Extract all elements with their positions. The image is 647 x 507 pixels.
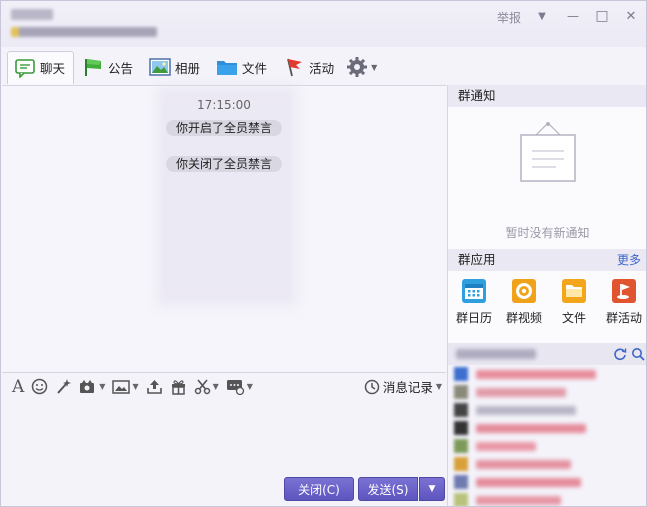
settings-menu[interactable]: ▼ (346, 56, 377, 78)
member-count-blurred (456, 349, 536, 359)
report-link[interactable]: 举报 (497, 9, 521, 26)
tab-files[interactable]: 文件 (210, 51, 275, 83)
list-item[interactable] (448, 401, 646, 419)
search-icon[interactable] (631, 347, 645, 361)
tab-chat[interactable]: 聊天 (7, 50, 75, 84)
image-icon[interactable]: ▼ (112, 377, 139, 397)
clock-icon (364, 379, 380, 394)
maximize-icon[interactable]: □ (593, 7, 611, 25)
tab-files-label: 文件 (242, 60, 268, 76)
gear-icon (347, 57, 368, 77)
folder-icon (562, 279, 586, 303)
list-item[interactable] (448, 419, 646, 437)
upload-icon[interactable] (146, 377, 163, 397)
scissors-icon[interactable]: ▼ (194, 377, 219, 397)
empty-notice-text: 暂时没有新通知 (505, 226, 590, 240)
chat-bubble-icon (15, 58, 35, 78)
app-activity[interactable]: 群活动 (599, 279, 646, 326)
list-item[interactable] (448, 365, 646, 383)
camera-icon (512, 279, 536, 303)
activity-flag-icon (612, 279, 636, 303)
message-history-label: 消息记录 (382, 380, 433, 395)
dropdown-icon[interactable]: ▼ (533, 7, 551, 25)
app-video[interactable]: 群视频 (499, 279, 549, 326)
picture-icon (149, 58, 171, 76)
tab-bar: 聊天 公告 相册 文件 活动 ▼ (7, 50, 377, 84)
notice-panel: 暂时没有新通知 (448, 107, 646, 249)
tab-activity-label: 活动 (309, 60, 335, 76)
app-files[interactable]: 文件 (549, 279, 599, 326)
tab-album-label: 相册 (175, 60, 201, 76)
send-options-dropdown[interactable]: ▼ (419, 477, 445, 501)
tab-announcement-label: 公告 (108, 60, 134, 76)
message-timestamp: 17:15:00 (197, 98, 251, 112)
send-button[interactable]: 发送(S) (358, 477, 418, 501)
blurred-background (157, 86, 297, 306)
screenshot-icon[interactable]: ▼ (79, 377, 105, 397)
empty-board-icon (520, 122, 576, 182)
app-calendar[interactable]: 群日历 (449, 279, 499, 326)
list-item[interactable] (448, 491, 646, 506)
member-list[interactable] (448, 365, 646, 506)
notice-header: 群通知 (448, 85, 646, 107)
folder-icon (217, 61, 238, 75)
magic-wand-icon[interactable] (55, 377, 72, 397)
chevron-down-icon: ▼ (435, 382, 442, 391)
title-bar: 举报 ▼ — □ ✕ (1, 1, 646, 47)
flag-icon (85, 59, 102, 76)
gift-icon[interactable] (170, 377, 187, 397)
group-apps-title: 群应用 (458, 252, 496, 267)
chat-message-area[interactable]: 17:15:00 你开启了全员禁言 你关闭了全员禁言 (2, 85, 446, 371)
close-icon[interactable]: ✕ (622, 7, 640, 25)
system-message: 你开启了全员禁言 (166, 120, 283, 136)
app-files-label: 文件 (561, 311, 586, 325)
red-flag-icon (287, 58, 303, 77)
qq-group-chat-window: 举报 ▼ — □ ✕ 聊天 公告 相册 文件 活动 ▼ 17:15:00 你开启… (0, 0, 647, 507)
member-list-header (448, 343, 646, 365)
message-settings-icon[interactable]: ▼ (226, 377, 253, 397)
tab-announcement[interactable]: 公告 (76, 51, 141, 83)
tab-activity[interactable]: 活动 (277, 51, 342, 83)
emoji-icon[interactable] (31, 377, 48, 397)
input-toolbar: A ▼ ▼ ▼ ▼ 消息记录 ▼ (2, 372, 446, 400)
message-history-button[interactable]: 消息记录 ▼ (364, 377, 442, 396)
tab-album[interactable]: 相册 (143, 51, 208, 83)
system-message: 你关闭了全员禁言 (166, 156, 283, 172)
close-button[interactable]: 关闭(C) (284, 477, 354, 501)
list-item[interactable] (448, 473, 646, 491)
more-apps-link[interactable]: 更多 (617, 249, 641, 271)
minimize-icon[interactable]: — (564, 7, 582, 25)
tab-chat-label: 聊天 (40, 61, 66, 76)
font-icon[interactable]: A (12, 377, 24, 397)
group-apps-header: 群应用 更多 (448, 249, 646, 271)
chevron-down-icon: ▼ (428, 484, 436, 494)
chevron-down-icon: ▼ (371, 62, 378, 72)
list-item[interactable] (448, 437, 646, 455)
app-activity-label: 群活动 (605, 311, 642, 325)
list-item[interactable] (448, 455, 646, 473)
refresh-icon[interactable] (613, 347, 627, 361)
app-calendar-label: 群日历 (455, 311, 492, 325)
list-item[interactable] (448, 383, 646, 401)
app-video-label: 群视频 (505, 311, 542, 325)
group-name-blurred (11, 9, 53, 20)
calendar-icon (462, 279, 486, 303)
group-info-blurred (11, 27, 157, 37)
right-panel: 群通知 暂时没有新通知 群应用 更多 群日历 群视频 文件 群活动 (447, 85, 646, 506)
